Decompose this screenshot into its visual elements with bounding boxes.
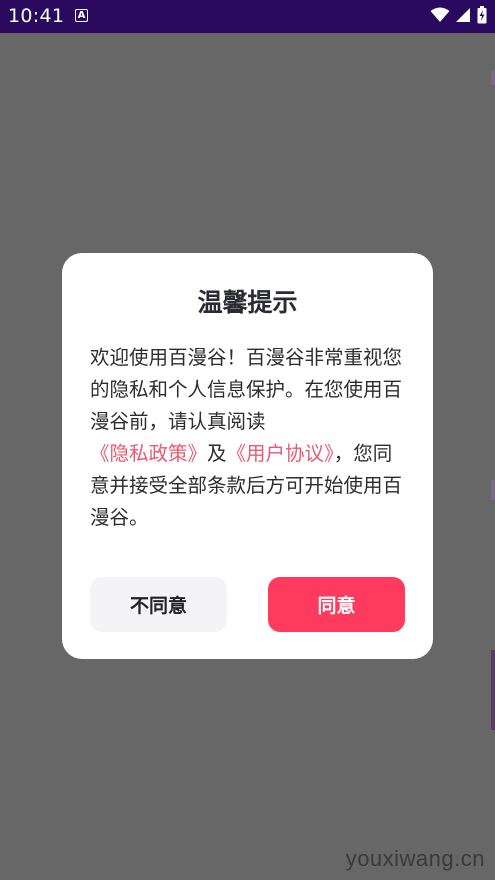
watermark: youxiwang.cn	[345, 846, 485, 871]
user-agreement-link[interactable]: 《用户协议》	[227, 442, 334, 465]
message-intro: 欢迎使用百漫谷！百漫谷非常重视您的隐私和个人信息保护。在您使用百漫谷前，请认真阅…	[90, 346, 403, 433]
privacy-dialog: 温馨提示 欢迎使用百漫谷！百漫谷非常重视您的隐私和个人信息保护。在您使用百漫谷前…	[62, 253, 433, 659]
dialog-title: 温馨提示	[197, 288, 298, 317]
signal-icon	[456, 8, 470, 22]
battery-icon	[477, 6, 487, 24]
status-time: 10:41	[8, 5, 65, 27]
status-bar: 10:41 A	[0, 0, 495, 33]
wifi-icon	[430, 7, 450, 22]
notification-app-icon: A	[75, 9, 88, 22]
disagree-button[interactable]: 不同意	[90, 577, 227, 632]
message-and: 及	[207, 442, 227, 465]
status-icons	[430, 6, 487, 24]
background-content-edge	[491, 70, 495, 85]
dialog-message: 欢迎使用百漫谷！百漫谷非常重视您的隐私和个人信息保护。在您使用百漫谷前，请认真阅…	[90, 342, 405, 534]
privacy-policy-link[interactable]: 《隐私政策》	[90, 442, 207, 465]
agree-button[interactable]: 同意	[268, 577, 405, 632]
background-content-edge	[491, 480, 495, 500]
background-content-edge	[491, 650, 495, 730]
